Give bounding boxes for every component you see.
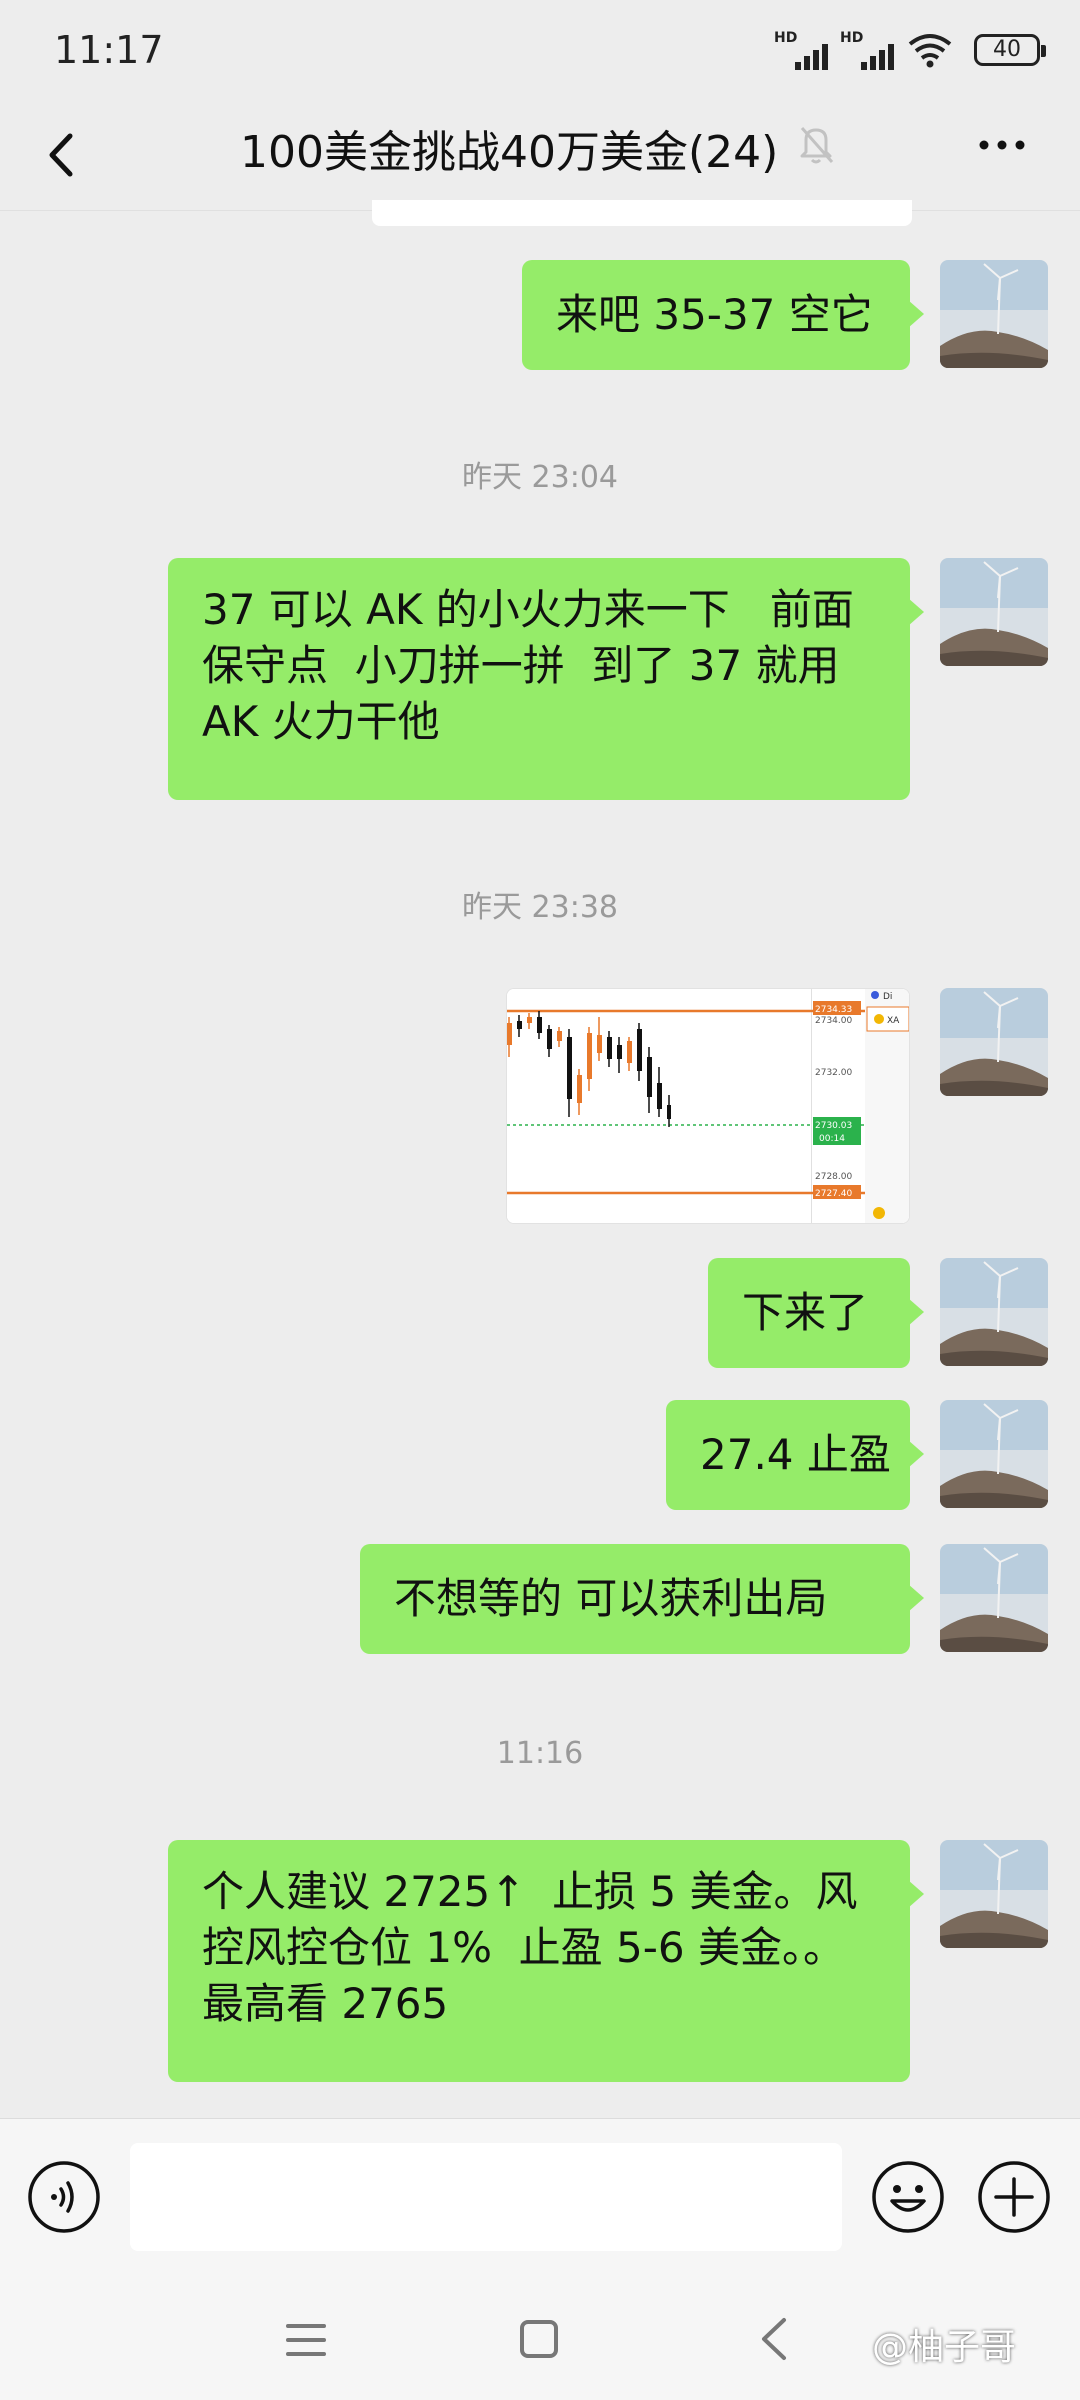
more-button[interactable] bbox=[970, 120, 1034, 170]
voice-icon[interactable] bbox=[26, 2159, 102, 2235]
emoji-icon[interactable] bbox=[870, 2159, 946, 2235]
status-bar: 11:17 HD HD 40 bbox=[0, 0, 1080, 100]
price-label: 2732.00 bbox=[815, 1068, 852, 1078]
avatar[interactable] bbox=[940, 260, 1048, 368]
timestamp: 昨天 23:38 bbox=[462, 890, 618, 925]
chat-title: 100美金挑战40万美金(24) bbox=[240, 127, 779, 178]
battery-icon: 40 bbox=[974, 34, 1046, 66]
input-bar bbox=[0, 2118, 1080, 2282]
message-bubble[interactable]: 不想等的 可以获利出局 bbox=[360, 1544, 924, 1654]
avatar[interactable] bbox=[940, 1544, 1048, 1652]
message-text-line: 最高看 2765 bbox=[202, 1979, 449, 2028]
message-text: 27.4 止盈 bbox=[700, 1430, 891, 1479]
message-text: 不想等的 可以获利出局 bbox=[394, 1574, 828, 1623]
message-text-line: 个人建议 2725↑ 止损 5 美金。风 bbox=[202, 1867, 858, 1916]
message-text-line: 保守点 小刀拼一拼 到了 37 就用 bbox=[202, 641, 840, 690]
wifi-icon bbox=[908, 34, 952, 68]
status-icons: HD HD 40 bbox=[774, 30, 1046, 70]
avatar[interactable] bbox=[940, 988, 1048, 1096]
symbol-tag: XA bbox=[887, 1016, 900, 1026]
message-text-line: 37 可以 AK 的小火力来一下 前面 bbox=[202, 585, 854, 634]
price-tag-bottom: 2727.40 bbox=[815, 1189, 852, 1199]
previous-message-card[interactable] bbox=[372, 200, 912, 226]
message-text: 下来了 bbox=[742, 1288, 869, 1337]
status-time: 11:17 bbox=[54, 28, 164, 72]
chart-screenshot: 2734.33 2734.00 2732.00 2730.03 00:14 27… bbox=[507, 989, 909, 1223]
message-bubble[interactable]: 27.4 止盈 bbox=[666, 1400, 924, 1510]
home-icon[interactable] bbox=[518, 2318, 560, 2360]
signal-icon: HD bbox=[774, 30, 828, 70]
watermark: @柚子哥 bbox=[872, 2327, 1017, 2368]
avatar[interactable] bbox=[940, 1258, 1048, 1366]
avatar[interactable] bbox=[940, 1840, 1048, 1948]
symbol-tag: Di bbox=[883, 992, 892, 1002]
message-bubble[interactable]: 来吧 35-37 空它 bbox=[522, 260, 924, 370]
message-input[interactable] bbox=[130, 2143, 842, 2251]
countdown-label: 00:14 bbox=[819, 1134, 845, 1144]
message-bubble[interactable]: 下来了 bbox=[708, 1258, 924, 1368]
message-text-line: AK 火力干他 bbox=[202, 697, 440, 746]
image-message[interactable]: 2734.33 2734.00 2732.00 2730.03 00:14 27… bbox=[506, 988, 910, 1224]
signal-icon-2: HD bbox=[840, 30, 894, 70]
signal-hd-label: HD bbox=[774, 30, 798, 46]
price-tag-current: 2730.03 bbox=[815, 1121, 852, 1131]
timestamp: 昨天 23:04 bbox=[462, 460, 618, 495]
bell-off-icon bbox=[800, 127, 834, 164]
signal-hd-label-2: HD bbox=[840, 30, 864, 46]
price-label: 2734.00 bbox=[815, 1016, 852, 1026]
back-nav-icon[interactable] bbox=[754, 2314, 794, 2364]
plus-icon[interactable] bbox=[976, 2159, 1052, 2235]
back-button[interactable] bbox=[30, 120, 100, 190]
message-text-line: 控风控仓位 1% 止盈 5-6 美金。。 bbox=[202, 1923, 845, 1972]
price-tag-top: 2734.33 bbox=[815, 1005, 852, 1015]
avatar[interactable] bbox=[940, 1400, 1048, 1508]
message-bubble[interactable]: 37 可以 AK 的小火力来一下 前面 保守点 小刀拼一拼 到了 37 就用 A… bbox=[168, 558, 924, 800]
menu-icon[interactable] bbox=[284, 2318, 328, 2362]
timestamp: 11:16 bbox=[496, 1736, 584, 1771]
message-text: 来吧 35-37 空它 bbox=[556, 290, 873, 339]
price-label: 2728.00 bbox=[815, 1172, 852, 1182]
avatar[interactable] bbox=[940, 558, 1048, 666]
message-bubble[interactable]: 个人建议 2725↑ 止损 5 美金。风 控风控仓位 1% 止盈 5-6 美金。… bbox=[168, 1840, 924, 2082]
